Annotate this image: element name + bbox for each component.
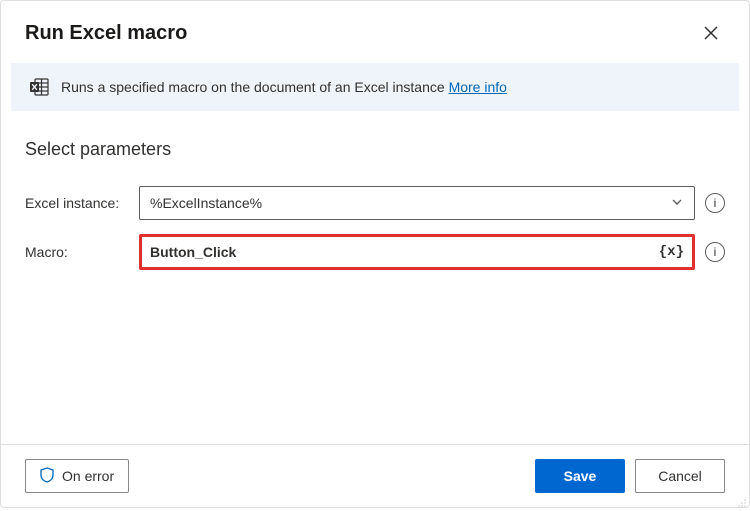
macro-input[interactable]: Button_Click {x} xyxy=(139,234,695,270)
resize-handle-icon[interactable] xyxy=(737,495,747,505)
cancel-button[interactable]: Cancel xyxy=(635,459,725,493)
form-area: Excel instance: %ExcelInstance% i Macro:… xyxy=(1,166,749,270)
save-button[interactable]: Save xyxy=(535,459,625,493)
section-title: Select parameters xyxy=(1,111,749,166)
close-icon xyxy=(704,26,718,40)
excel-instance-select[interactable]: %ExcelInstance% xyxy=(139,186,695,220)
dialog-footer: On error Save Cancel xyxy=(1,444,749,507)
macro-row: Macro: Button_Click {x} i xyxy=(25,234,725,270)
variable-picker-icon[interactable]: {x} xyxy=(659,244,684,260)
info-icon: i xyxy=(714,245,717,259)
excel-instance-row: Excel instance: %ExcelInstance% i xyxy=(25,186,725,220)
chevron-down-icon xyxy=(670,195,684,212)
on-error-label: On error xyxy=(62,468,114,484)
close-button[interactable] xyxy=(697,19,725,47)
more-info-link[interactable]: More info xyxy=(449,79,507,95)
shield-icon xyxy=(40,467,54,486)
on-error-button[interactable]: On error xyxy=(25,459,129,493)
dialog-header: Run Excel macro xyxy=(1,1,749,59)
info-banner-text: Runs a specified macro on the document o… xyxy=(61,79,507,95)
dialog-title: Run Excel macro xyxy=(25,22,187,45)
excel-instance-info-button[interactable]: i xyxy=(705,193,725,213)
excel-instance-value: %ExcelInstance% xyxy=(150,195,262,211)
dialog: Run Excel macro Runs a specified macro o… xyxy=(0,0,750,508)
footer-actions: Save Cancel xyxy=(535,459,725,493)
info-banner: Runs a specified macro on the document o… xyxy=(11,63,739,111)
macro-label: Macro: xyxy=(25,244,129,260)
info-banner-message: Runs a specified macro on the document o… xyxy=(61,79,445,95)
macro-info-button[interactable]: i xyxy=(705,242,725,262)
excel-icon xyxy=(29,77,49,97)
info-icon: i xyxy=(714,196,717,210)
excel-instance-label: Excel instance: xyxy=(25,195,129,211)
macro-value: Button_Click xyxy=(150,244,236,260)
